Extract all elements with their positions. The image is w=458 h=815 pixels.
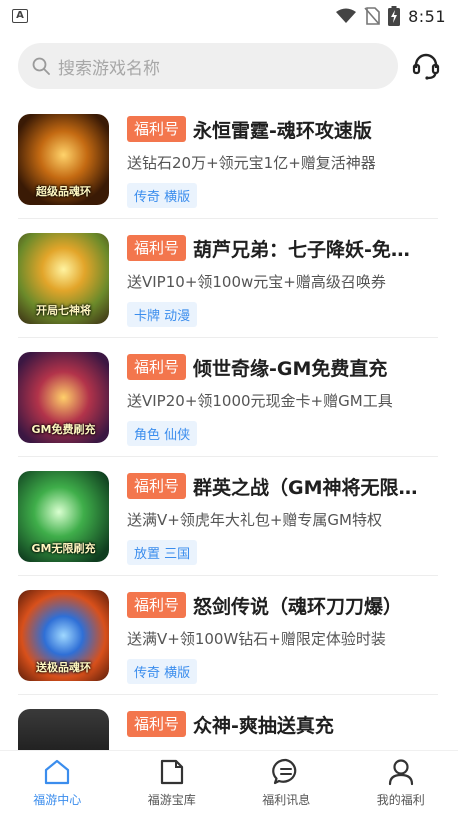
search-placeholder: 搜索游戏名称 [58, 58, 160, 79]
welfare-badge: 福利号 [127, 711, 187, 737]
game-list-item[interactable]: GM无限刷充 福利号 群英之战（GM神将无限… 送满V+领虎年大礼包+赠专属GM… [18, 457, 438, 576]
game-description: 送VIP10+领100w元宝+赠高级召唤券 [127, 273, 386, 291]
status-bar: A 8:51 [0, 0, 458, 32]
clock: 8:51 [408, 6, 446, 26]
thumbnail-caption: GM无限刷充 [31, 542, 96, 555]
tab-label: 福游宝库 [147, 793, 196, 807]
game-list-item[interactable]: 福利号 众神-爽抽送真充 [18, 695, 438, 750]
tab-label: 我的福利 [376, 793, 425, 807]
game-list-item[interactable]: 开局七神将 福利号 葫芦兄弟：七子降妖-免… 送VIP10+领100w元宝+赠高… [18, 219, 438, 338]
game-tags: 传奇 横版 [127, 659, 198, 684]
chat-icon [272, 758, 297, 785]
game-thumbnail: 送极品魂环 [18, 590, 109, 681]
tab-home[interactable]: 福游中心 [0, 751, 115, 815]
thumbnail-caption: 超级品魂环 [36, 185, 91, 198]
bottom-tab-bar: 福游中心 福游宝库 福利讯息 我的福利 [0, 750, 458, 815]
tab-messages[interactable]: 福利讯息 [229, 751, 344, 815]
home-icon [45, 759, 70, 785]
game-description: 送钻石20万+领元宝1亿+赠复活神器 [127, 154, 376, 172]
tab-treasury[interactable]: 福游宝库 [115, 751, 230, 815]
game-title: 怒剑传说（魂环刀刀爆） [193, 595, 403, 618]
welfare-badge: 福利号 [127, 116, 187, 142]
game-description: 送满V+领100W钻石+赠限定体验时装 [127, 630, 386, 648]
game-description: 送满V+领虎年大礼包+赠专属GM特权 [127, 511, 382, 529]
no-sim-icon [364, 7, 380, 25]
game-thumbnail [18, 709, 109, 750]
game-thumbnail: 开局七神将 [18, 233, 109, 324]
wifi-icon [336, 8, 357, 23]
game-thumbnail: 超级品魂环 [18, 114, 109, 205]
game-title: 永恒雷霆-魂环攻速版 [193, 119, 372, 142]
user-icon [388, 759, 413, 786]
battery-charging-icon [388, 6, 401, 26]
game-list-item[interactable]: 送极品魂环 福利号 怒剑传说（魂环刀刀爆） 送满V+领100W钻石+赠限定体验时… [18, 576, 438, 695]
tab-label: 福游中心 [33, 793, 82, 807]
game-list-item[interactable]: GM免费刷充 福利号 倾世奇缘-GM免费直充 送VIP20+领1000元现金卡+… [18, 338, 438, 457]
game-description: 送VIP20+领1000元现金卡+赠GM工具 [127, 392, 393, 410]
thumbnail-caption: GM免费刷充 [31, 423, 96, 436]
game-title: 众神-爽抽送真充 [193, 714, 334, 737]
folder-icon [160, 759, 183, 785]
welfare-badge: 福利号 [127, 354, 187, 380]
game-title: 葫芦兄弟：七子降妖-免… [193, 238, 410, 261]
tab-label: 福利讯息 [262, 793, 311, 807]
game-list: 超级品魂环 福利号 永恒雷霆-魂环攻速版 送钻石20万+领元宝1亿+赠复活神器 … [0, 100, 458, 750]
welfare-badge: 福利号 [127, 235, 187, 261]
welfare-badge: 福利号 [127, 592, 187, 618]
thumbnail-caption: 开局七神将 [36, 304, 91, 317]
game-thumbnail: GM免费刷充 [18, 352, 109, 443]
game-tags: 放置 三国 [127, 540, 198, 565]
game-title: 倾世奇缘-GM免费直充 [193, 357, 388, 380]
notification-a-icon: A [12, 9, 28, 23]
game-thumbnail: GM无限刷充 [18, 471, 109, 562]
thumbnail-caption: 送极品魂环 [36, 661, 91, 674]
tab-my-welfare[interactable]: 我的福利 [344, 751, 458, 815]
search-input[interactable]: 搜索游戏名称 [18, 43, 398, 89]
game-tags: 卡牌 动漫 [127, 302, 198, 327]
search-icon [32, 57, 50, 75]
game-list-item[interactable]: 超级品魂环 福利号 永恒雷霆-魂环攻速版 送钻石20万+领元宝1亿+赠复活神器 … [18, 100, 438, 219]
headset-icon [412, 53, 440, 80]
game-title: 群英之战（GM神将无限… [193, 476, 418, 499]
search-row: 搜索游戏名称 [18, 42, 444, 90]
game-tags: 角色 仙侠 [127, 421, 198, 446]
game-tags: 传奇 横版 [127, 183, 198, 208]
customer-service-button[interactable] [408, 48, 444, 84]
welfare-badge: 福利号 [127, 473, 187, 499]
